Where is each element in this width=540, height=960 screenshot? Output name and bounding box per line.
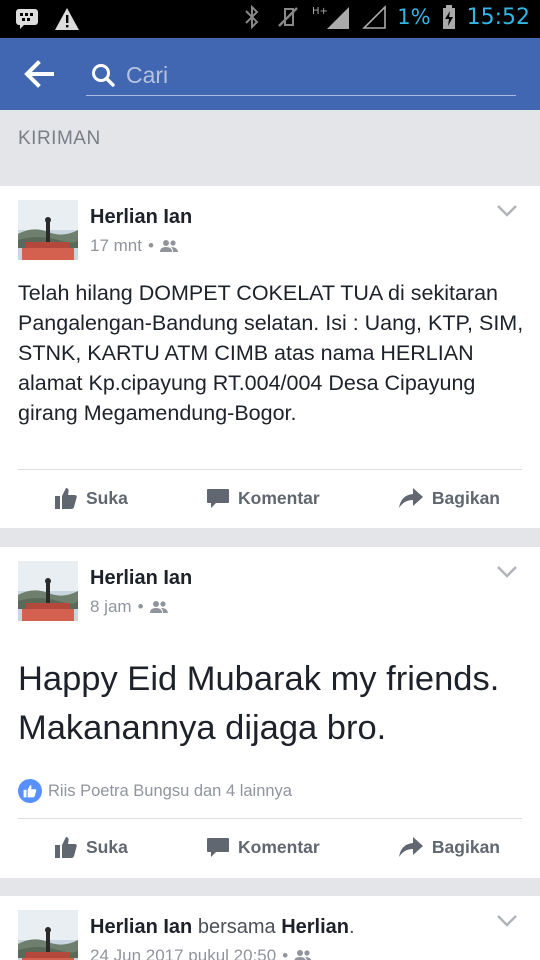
friends-icon	[159, 240, 178, 252]
post-author[interactable]: Herlian Ian	[90, 567, 192, 590]
share-label: Bagikan	[431, 836, 500, 857]
post-text: Happy Eid Mubarak my friends. Makanannya…	[18, 660, 500, 747]
post-options-button[interactable]	[496, 204, 518, 218]
comment-icon	[207, 838, 230, 857]
post-actions: Suka Komentar Bagikan	[0, 818, 540, 876]
battery-percent: 1%	[397, 5, 431, 29]
like-reaction-icon	[18, 779, 42, 803]
comment-button[interactable]: Komentar	[206, 469, 320, 527]
search-box[interactable]	[86, 54, 516, 96]
post-card: Herlian Ian bersama Herlian. 24 Jun 2017…	[0, 896, 540, 960]
post-actions: Suka Komentar Bagikan	[0, 469, 540, 527]
post-meta: 17 mnt •	[90, 236, 178, 256]
svg-text:H+: H+	[312, 6, 328, 17]
meta-separator: •	[147, 236, 154, 255]
thumbs-up-icon	[55, 488, 77, 509]
share-icon	[398, 488, 423, 508]
warning-icon	[54, 6, 80, 32]
reactions-text: Riis Poetra Bungsu dan 4 lainnya	[48, 781, 292, 800]
post-options-button[interactable]	[496, 914, 518, 928]
author-name[interactable]: Herlian Ian	[90, 567, 192, 589]
signal-empty-icon	[361, 4, 387, 30]
share-label: Bagikan	[431, 487, 500, 508]
status-bar: H+ 1% 15:52	[0, 0, 540, 38]
meta-separator: •	[137, 597, 144, 616]
thumbs-up-icon	[55, 837, 77, 858]
app-bar	[0, 38, 540, 110]
search-input[interactable]	[126, 58, 506, 92]
like-label: Suka	[86, 836, 128, 857]
like-label: Suka	[86, 487, 128, 508]
post-text: Telah hilang DOMPET COKELAT TUA di sekit…	[18, 281, 524, 425]
with-text: bersama	[197, 916, 276, 938]
author-period: .	[349, 916, 355, 938]
bluetooth-icon	[239, 4, 265, 30]
section-title: KIRIMAN	[18, 128, 101, 149]
clock: 15:52	[466, 4, 530, 30]
section-header: KIRIMAN	[0, 110, 540, 186]
tagged-author[interactable]: Herlian	[281, 916, 349, 938]
arrow-left-icon	[24, 60, 54, 88]
post-options-button[interactable]	[496, 565, 518, 579]
chevron-down-icon	[497, 915, 517, 927]
friends-icon	[149, 601, 168, 613]
comment-icon	[207, 489, 230, 508]
share-button[interactable]: Bagikan	[398, 469, 500, 527]
search-icon	[92, 64, 115, 87]
share-icon	[398, 837, 423, 857]
battery-charging-icon	[441, 4, 457, 30]
post-meta: 24 Jun 2017 pukul 20:50 •	[90, 946, 312, 960]
comment-label: Komentar	[238, 836, 320, 857]
friends-icon	[294, 950, 312, 960]
avatar[interactable]	[18, 910, 78, 960]
post-card: Herlian Ian 8 jam • Happy Eid Mubarak my…	[0, 547, 540, 878]
chevron-down-icon	[497, 566, 517, 578]
avatar[interactable]	[18, 200, 78, 260]
author-name[interactable]: Herlian Ian	[90, 206, 192, 228]
vibrate-off-icon	[275, 4, 301, 30]
signal-hplus-icon: H+	[311, 4, 351, 30]
chevron-down-icon	[497, 205, 517, 217]
share-button[interactable]: Bagikan	[398, 818, 500, 876]
like-button[interactable]: Suka	[54, 818, 128, 876]
comment-button[interactable]: Komentar	[206, 818, 320, 876]
post-time[interactable]: 17 mnt	[90, 236, 142, 256]
post-time[interactable]: 8 jam	[90, 597, 132, 617]
comment-label: Komentar	[238, 487, 320, 508]
post-author[interactable]: Herlian Ian	[90, 206, 192, 229]
meta-separator: •	[282, 946, 289, 960]
author-name[interactable]: Herlian Ian	[90, 916, 192, 938]
post-author: Herlian Ian bersama Herlian.	[90, 916, 355, 939]
post-card: Herlian Ian 17 mnt • Telah hilang DOMPET…	[0, 186, 540, 528]
bbm-notification-icon	[14, 6, 40, 32]
post-time[interactable]: 24 Jun 2017 pukul 20:50	[90, 946, 276, 960]
post-meta: 8 jam •	[90, 597, 168, 617]
back-button[interactable]	[22, 58, 58, 90]
reactions-summary[interactable]: Riis Poetra Bungsu dan 4 lainnya	[18, 779, 292, 803]
avatar[interactable]	[18, 561, 78, 621]
like-button[interactable]: Suka	[54, 469, 128, 527]
